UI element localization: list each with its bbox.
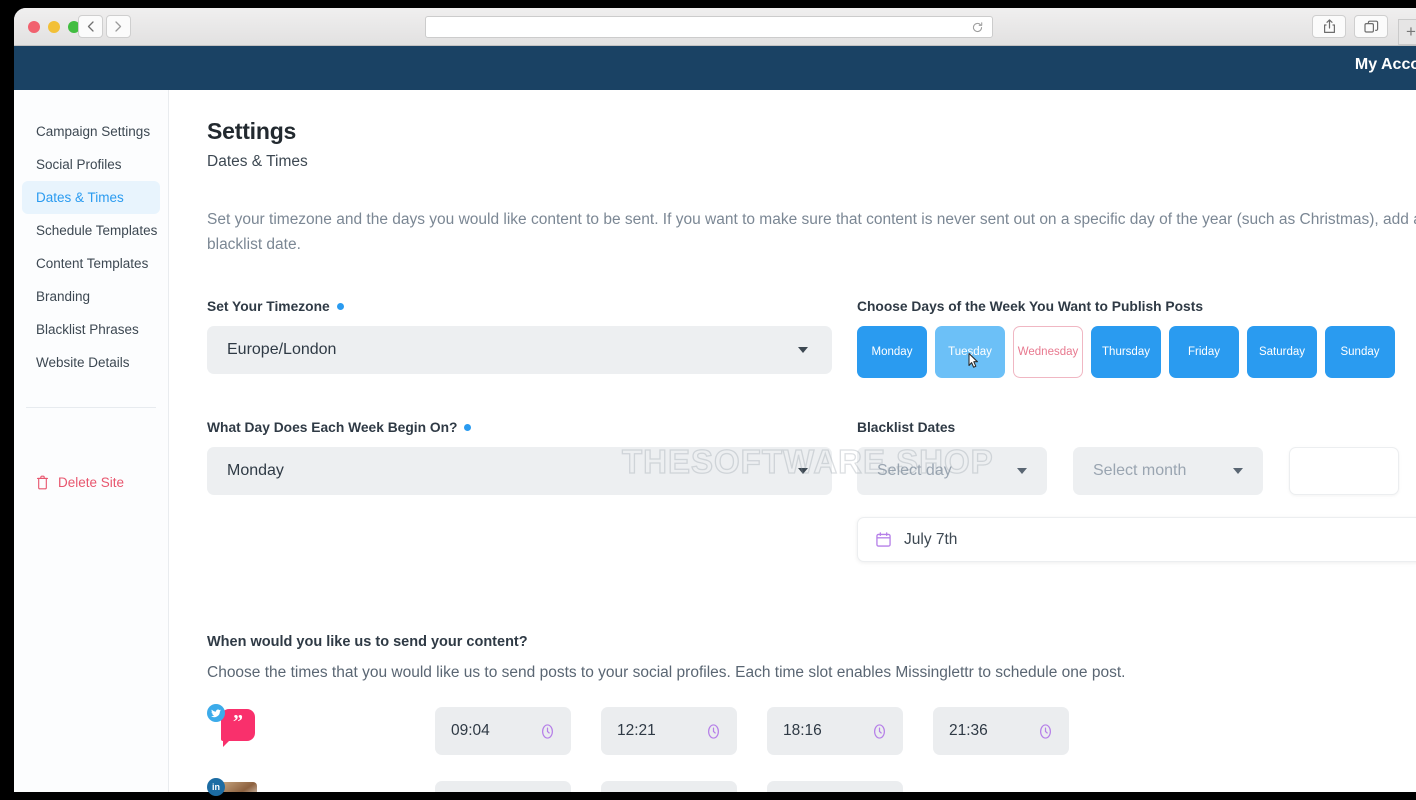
blacklist-day-placeholder: Select day	[877, 462, 952, 480]
sidebar-item-branding[interactable]: Branding	[22, 280, 160, 313]
blacklist-field-group: Blacklist Dates Select day Select month	[857, 420, 1416, 563]
address-bar[interactable]	[425, 16, 993, 38]
settings-row-one: Set Your Timezone Europe/London Choose D…	[207, 299, 1416, 379]
time-slot-value: 09:04	[451, 722, 490, 740]
blacklist-label: Blacklist Dates	[857, 420, 956, 436]
settings-sidebar: Campaign Settings Social Profiles Dates …	[14, 90, 169, 800]
timezone-label: Set Your Timezone	[207, 299, 330, 315]
browser-toolbar: +	[14, 8, 1416, 46]
copy-tabs-icon	[1363, 20, 1378, 33]
time-slot[interactable]: 12:21	[601, 707, 737, 756]
page-title: Settings	[207, 118, 297, 144]
sidebar-item-social-profiles[interactable]: Social Profiles	[22, 148, 160, 181]
clock-icon	[708, 724, 719, 739]
chevron-down-icon	[798, 468, 808, 475]
new-tab-button[interactable]: +	[1398, 19, 1416, 45]
day-button-thursday[interactable]: Thursday	[1091, 326, 1161, 379]
day-button-monday[interactable]: Monday	[857, 326, 927, 379]
app-body: Campaign Settings Social Profiles Dates …	[14, 90, 1416, 800]
my-account-link[interactable]: My Account	[1355, 56, 1416, 74]
delete-site-button[interactable]: Delete Site	[36, 475, 124, 490]
blacklist-date-entry[interactable]: July 7th	[857, 517, 1416, 563]
blacklist-date-label: July 7th	[904, 530, 958, 548]
time-slot[interactable]: 21:36	[933, 707, 1069, 756]
settings-content: Settings Dates & Times Set your timezone…	[169, 90, 1416, 800]
days-of-week-selector: Monday Tuesday Wednesday Thursday Friday…	[857, 326, 1416, 379]
week-begin-field-group: What Day Does Each Week Begin On? Monday	[207, 420, 857, 562]
blacklist-day-select[interactable]: Select day	[857, 447, 1047, 496]
chevron-left-icon	[87, 21, 94, 32]
clock-icon	[874, 724, 885, 739]
timezone-select[interactable]: Europe/London	[207, 326, 832, 375]
timezone-label-row: Set Your Timezone	[207, 299, 857, 314]
week-begin-value: Monday	[227, 462, 284, 480]
day-button-friday[interactable]: Friday	[1169, 326, 1239, 379]
days-label: Choose Days of the Week You Want to Publ…	[857, 299, 1203, 315]
day-button-tuesday[interactable]: Tuesday	[935, 326, 1005, 379]
window-controls	[28, 21, 80, 33]
sidebar-item-blacklist-phrases[interactable]: Blacklist Phrases	[22, 313, 160, 346]
time-slots-twitter: 09:04 12:21 18:16 21:36	[435, 707, 1069, 756]
week-begin-label: What Day Does Each Week Begin On?	[207, 420, 458, 436]
clock-icon	[542, 724, 553, 739]
sidebar-divider	[26, 407, 156, 408]
send-times-description: Choose the times that you would like us …	[207, 664, 1126, 682]
profile-avatar-twitter[interactable]: ”	[207, 704, 435, 756]
day-button-wednesday[interactable]: Wednesday	[1013, 326, 1083, 379]
send-times-heading: When would you like us to send your cont…	[207, 634, 528, 651]
screen: + My Account Campaign Settings Social Pr…	[0, 0, 1416, 800]
clock-icon	[1040, 724, 1051, 739]
delete-site-label: Delete Site	[58, 475, 125, 490]
day-button-sunday[interactable]: Sunday	[1325, 326, 1395, 379]
time-slot-row-twitter: ” 09:04 12:21 18:16 21:36	[207, 704, 1416, 756]
sidebar-item-campaign-settings[interactable]: Campaign Settings	[22, 115, 160, 148]
app-header-bar: My Account	[14, 46, 1416, 90]
chevron-down-icon	[798, 347, 808, 354]
days-field-group: Choose Days of the Week You Want to Publ…	[857, 299, 1416, 379]
blacklist-controls: Select day Select month	[857, 447, 1416, 496]
chevron-down-icon	[1017, 468, 1027, 475]
missinglettr-logo-icon: ”	[221, 709, 255, 748]
blacklist-add-button[interactable]	[1289, 447, 1399, 496]
timezone-field-group: Set Your Timezone Europe/London	[207, 299, 857, 378]
forward-button[interactable]	[106, 15, 131, 38]
time-slot-value: 21:36	[949, 722, 988, 740]
tabs-overview-button[interactable]	[1354, 15, 1388, 38]
toolbar-actions	[1312, 15, 1388, 38]
info-dot-icon	[336, 303, 344, 311]
chevron-right-icon	[115, 21, 122, 32]
page-intro-text: Set your timezone and the days you would…	[207, 211, 1416, 254]
send-times-section: When would you like us to send your cont…	[207, 634, 1416, 800]
timezone-value: Europe/London	[227, 341, 337, 359]
minimize-window-button[interactable]	[48, 21, 60, 33]
chevron-down-icon	[1233, 468, 1243, 475]
sidebar-item-dates-times[interactable]: Dates & Times	[22, 181, 160, 214]
blacklist-month-placeholder: Select month	[1093, 462, 1187, 480]
sidebar-item-schedule-templates[interactable]: Schedule Templates	[22, 214, 160, 247]
share-button[interactable]	[1312, 15, 1346, 38]
page-subtitle: Dates & Times	[207, 153, 308, 170]
twitter-bird-glyph	[211, 709, 221, 717]
sidebar-item-website-details[interactable]: Website Details	[22, 346, 160, 379]
time-slot-value: 18:16	[783, 722, 822, 740]
week-begin-label-row: What Day Does Each Week Begin On?	[207, 420, 857, 435]
navigation-buttons	[78, 15, 131, 38]
reload-glyph	[972, 22, 983, 33]
blacklist-month-select[interactable]: Select month	[1073, 447, 1263, 496]
time-slot[interactable]: 18:16	[767, 707, 903, 756]
info-dot-icon	[464, 424, 472, 432]
mouse-cursor-icon	[968, 353, 978, 368]
settings-row-two: What Day Does Each Week Begin On? Monday…	[207, 420, 1416, 563]
trash-icon	[36, 475, 49, 490]
sidebar-item-content-templates[interactable]: Content Templates	[22, 247, 160, 280]
browser-window: + My Account Campaign Settings Social Pr…	[14, 8, 1416, 800]
day-button-saturday[interactable]: Saturday	[1247, 326, 1317, 379]
time-slot-value: 12:21	[617, 722, 656, 740]
share-icon	[1323, 19, 1335, 33]
week-begin-select[interactable]: Monday	[207, 447, 832, 496]
time-slot[interactable]: 09:04	[435, 707, 571, 756]
calendar-icon	[876, 532, 891, 547]
back-button[interactable]	[78, 15, 103, 38]
close-window-button[interactable]	[28, 21, 40, 33]
